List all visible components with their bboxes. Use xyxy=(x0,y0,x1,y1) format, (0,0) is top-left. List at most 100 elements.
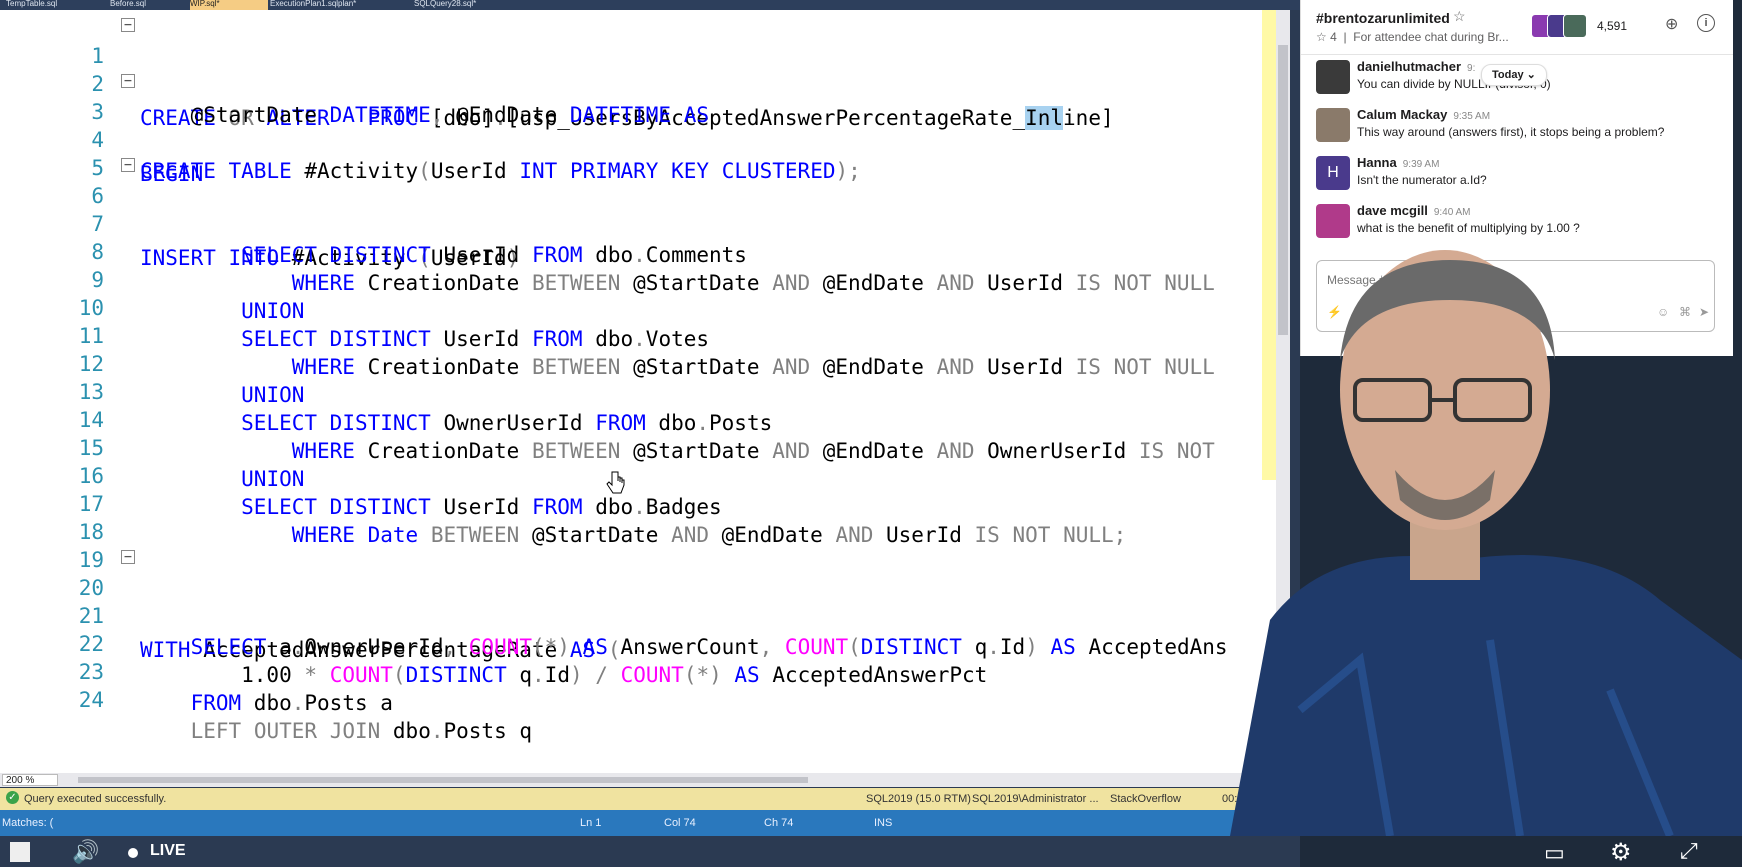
fullscreen-icon[interactable]: ⤢ xyxy=(1680,838,1698,864)
channel-name[interactable]: #brentozarunlimited xyxy=(1316,10,1450,26)
code-line[interactable]: 20 − WITH AcceptedAnswerPercentageRate A… xyxy=(0,542,1290,662)
avatar xyxy=(1563,14,1587,38)
tab-temptable[interactable]: TempTable.sql xyxy=(6,0,57,10)
code-line[interactable]: 8 WHERE CreationDate BETWEEN @StartDate … xyxy=(0,206,1290,295)
message-text: Isn't the numerator a.Id? xyxy=(1357,173,1487,187)
volume-icon[interactable]: 🔊 xyxy=(72,839,99,865)
pin-icon: ☆ xyxy=(1316,30,1327,44)
connection-user: SQL2019\Administrator ... xyxy=(972,793,1099,805)
message-author[interactable]: dave mcgill 9:40 AM xyxy=(1357,203,1471,218)
tab-wip[interactable]: WIP.sql* xyxy=(190,0,268,10)
channel-header: #brentozarunlimited ☆ ☆ 4 | For attendee… xyxy=(1301,0,1733,55)
code-line[interactable]: 5 xyxy=(0,122,1290,180)
ssms-window: TempTable.sql Before.sql WIP.sql* Execut… xyxy=(0,0,1300,867)
topic-text: For attendee chat during Br... xyxy=(1353,30,1509,44)
collapse-icon[interactable]: − xyxy=(121,18,135,32)
code-line[interactable]: 23 FROM dbo.Posts a xyxy=(0,626,1290,715)
code-line[interactable]: 2 @StartDate DATETIME, @EndDate DATETIME… xyxy=(0,38,1290,127)
horizontal-scroll-thumb[interactable] xyxy=(78,777,808,783)
code-line[interactable]: 9 UNION xyxy=(0,234,1290,323)
query-status-bar: ✓ Query executed successfully. SQL2019 (… xyxy=(0,788,1290,810)
code-line[interactable]: 7 SELECT DISTINCT UserId FROM dbo.Commen… xyxy=(0,178,1290,267)
code-line[interactable]: 21 SELECT a.OwnerUserId, COUNT(*) AS Ans… xyxy=(0,570,1290,659)
editor-status-bar: Matches: ( Ln 1 Col 74 Ch 74 INS xyxy=(0,810,1300,836)
success-check-icon: ✓ xyxy=(6,791,19,804)
collapse-icon[interactable]: − xyxy=(121,74,135,88)
info-icon[interactable]: i xyxy=(1697,14,1715,32)
author-name[interactable]: Calum Mackay xyxy=(1357,107,1447,122)
avatar[interactable] xyxy=(1316,108,1350,142)
live-label[interactable]: LIVE xyxy=(150,842,186,860)
horizontal-scrollbar[interactable]: 200 % xyxy=(0,773,1290,787)
hand-cursor-icon xyxy=(606,471,625,494)
today-label: Today xyxy=(1492,69,1524,81)
find-matches: Matches: ( xyxy=(2,817,54,829)
code-line[interactable]: 19 xyxy=(0,514,1290,572)
cursor-char: Ch 74 xyxy=(764,817,794,829)
avatar[interactable] xyxy=(1316,60,1350,94)
star-icon[interactable]: ☆ xyxy=(1453,8,1466,25)
message-text: This way around (answers first), it stop… xyxy=(1357,125,1665,139)
tab-sqlquery28[interactable]: SQLQuery28.sql* xyxy=(414,0,476,10)
avatar[interactable] xyxy=(1316,204,1350,238)
message-text: what is the benefit of multiplying by 1.… xyxy=(1357,221,1580,235)
code-line[interactable]: 24 LEFT OUTER JOIN dbo.Posts q xyxy=(0,654,1290,743)
pin-count: 4 xyxy=(1330,30,1337,44)
code-line[interactable]: 17 WHERE Date BETWEEN @StartDate AND @En… xyxy=(0,458,1290,547)
code-line[interactable]: 22 1.00 * COUNT(DISTINCT q.Id) / COUNT(*… xyxy=(0,598,1290,687)
message-author[interactable]: danielhutmacher 9: xyxy=(1357,59,1475,74)
code-line[interactable]: 15 UNION xyxy=(0,402,1290,491)
status-message: Query executed successfully. xyxy=(24,793,167,805)
code-line[interactable]: 14 WHERE CreationDate BETWEEN @StartDate… xyxy=(0,374,1290,463)
message-author[interactable]: Calum Mackay 9:35 AM xyxy=(1357,107,1490,122)
presenter-webcam xyxy=(1190,240,1742,836)
message-time: 9: xyxy=(1467,63,1476,74)
server-version: SQL2019 (15.0 RTM) xyxy=(866,793,971,805)
author-name[interactable]: danielhutmacher xyxy=(1357,59,1461,74)
code-line[interactable]: 11 WHERE CreationDate BETWEEN @StartDate… xyxy=(0,290,1290,379)
collapse-icon[interactable]: − xyxy=(121,158,135,172)
live-dot-icon xyxy=(128,848,138,858)
database-name: StackOverflow xyxy=(1110,793,1181,805)
code-line[interactable]: 13 SELECT DISTINCT OwnerUserId FROM dbo.… xyxy=(0,346,1290,435)
presenter-video-frame xyxy=(1230,250,1742,836)
avatar[interactable]: H xyxy=(1316,156,1350,190)
settings-gear-icon[interactable]: ⚙ xyxy=(1610,838,1632,867)
code-editor[interactable]: 1 − CREATE OR ALTER PROC [dbo].[usp_User… xyxy=(0,10,1290,775)
cursor-line: Ln 1 xyxy=(580,817,602,829)
code-line[interactable]: 3 − BEGIN xyxy=(0,66,1290,186)
author-name[interactable]: dave mcgill xyxy=(1357,203,1428,218)
cursor-column: Col 74 xyxy=(664,817,696,829)
code-text: LEFT OUTER JOIN dbo.Posts q xyxy=(190,719,533,743)
member-count[interactable]: 4,591 xyxy=(1597,19,1627,33)
chevron-down-icon: ⌄ xyxy=(1526,69,1536,81)
message[interactable]: H Hanna 9:39 AM Isn't the numerator a.Id? xyxy=(1301,152,1733,198)
message-time: 9:39 AM xyxy=(1402,159,1440,170)
tab-before[interactable]: Before.sql xyxy=(110,0,146,10)
channel-topic[interactable]: ☆ 4 | For attendee chat during Br... xyxy=(1316,30,1509,44)
zoom-select[interactable]: 200 % xyxy=(2,774,58,786)
message-time: 9:40 AM xyxy=(1433,207,1471,218)
add-user-icon[interactable]: ⊕ xyxy=(1665,14,1678,34)
message[interactable]: Calum Mackay 9:35 AM This way around (ans… xyxy=(1301,104,1733,150)
code-line[interactable]: 6 − INSERT INTO #Activity (UserId) xyxy=(0,150,1290,270)
message-time: 9:35 AM xyxy=(1453,111,1491,122)
message-author[interactable]: Hanna 9:39 AM xyxy=(1357,155,1439,170)
code-line[interactable]: 16 SELECT DISTINCT UserId FROM dbo.Badge… xyxy=(0,430,1290,519)
stop-icon[interactable] xyxy=(10,842,30,862)
code-line[interactable]: 4 CREATE TABLE #Activity(UserId INT PRIM… xyxy=(0,94,1290,183)
code-line[interactable]: 10 SELECT DISTINCT UserId FROM dbo.Votes xyxy=(0,262,1290,351)
cast-icon[interactable]: ▭ xyxy=(1544,840,1565,866)
member-avatars[interactable] xyxy=(1531,14,1587,38)
insert-mode: INS xyxy=(874,817,893,829)
code-line[interactable]: 18 xyxy=(0,486,1290,544)
collapse-icon[interactable]: − xyxy=(121,550,135,564)
code-text: FROM dbo.Posts a xyxy=(190,691,393,715)
code-line[interactable]: 12 UNION xyxy=(0,318,1290,407)
code-line[interactable]: 1 − CREATE OR ALTER PROC [dbo].[usp_User… xyxy=(0,10,1290,130)
tab-executionplan[interactable]: ExecutionPlan1.sqlplan* xyxy=(270,0,356,10)
today-date-divider[interactable]: Today ⌄ xyxy=(1481,64,1547,86)
line-number: 24 xyxy=(78,688,104,712)
author-name[interactable]: Hanna xyxy=(1357,155,1397,170)
document-tabs: TempTable.sql Before.sql WIP.sql* Execut… xyxy=(0,0,1300,10)
